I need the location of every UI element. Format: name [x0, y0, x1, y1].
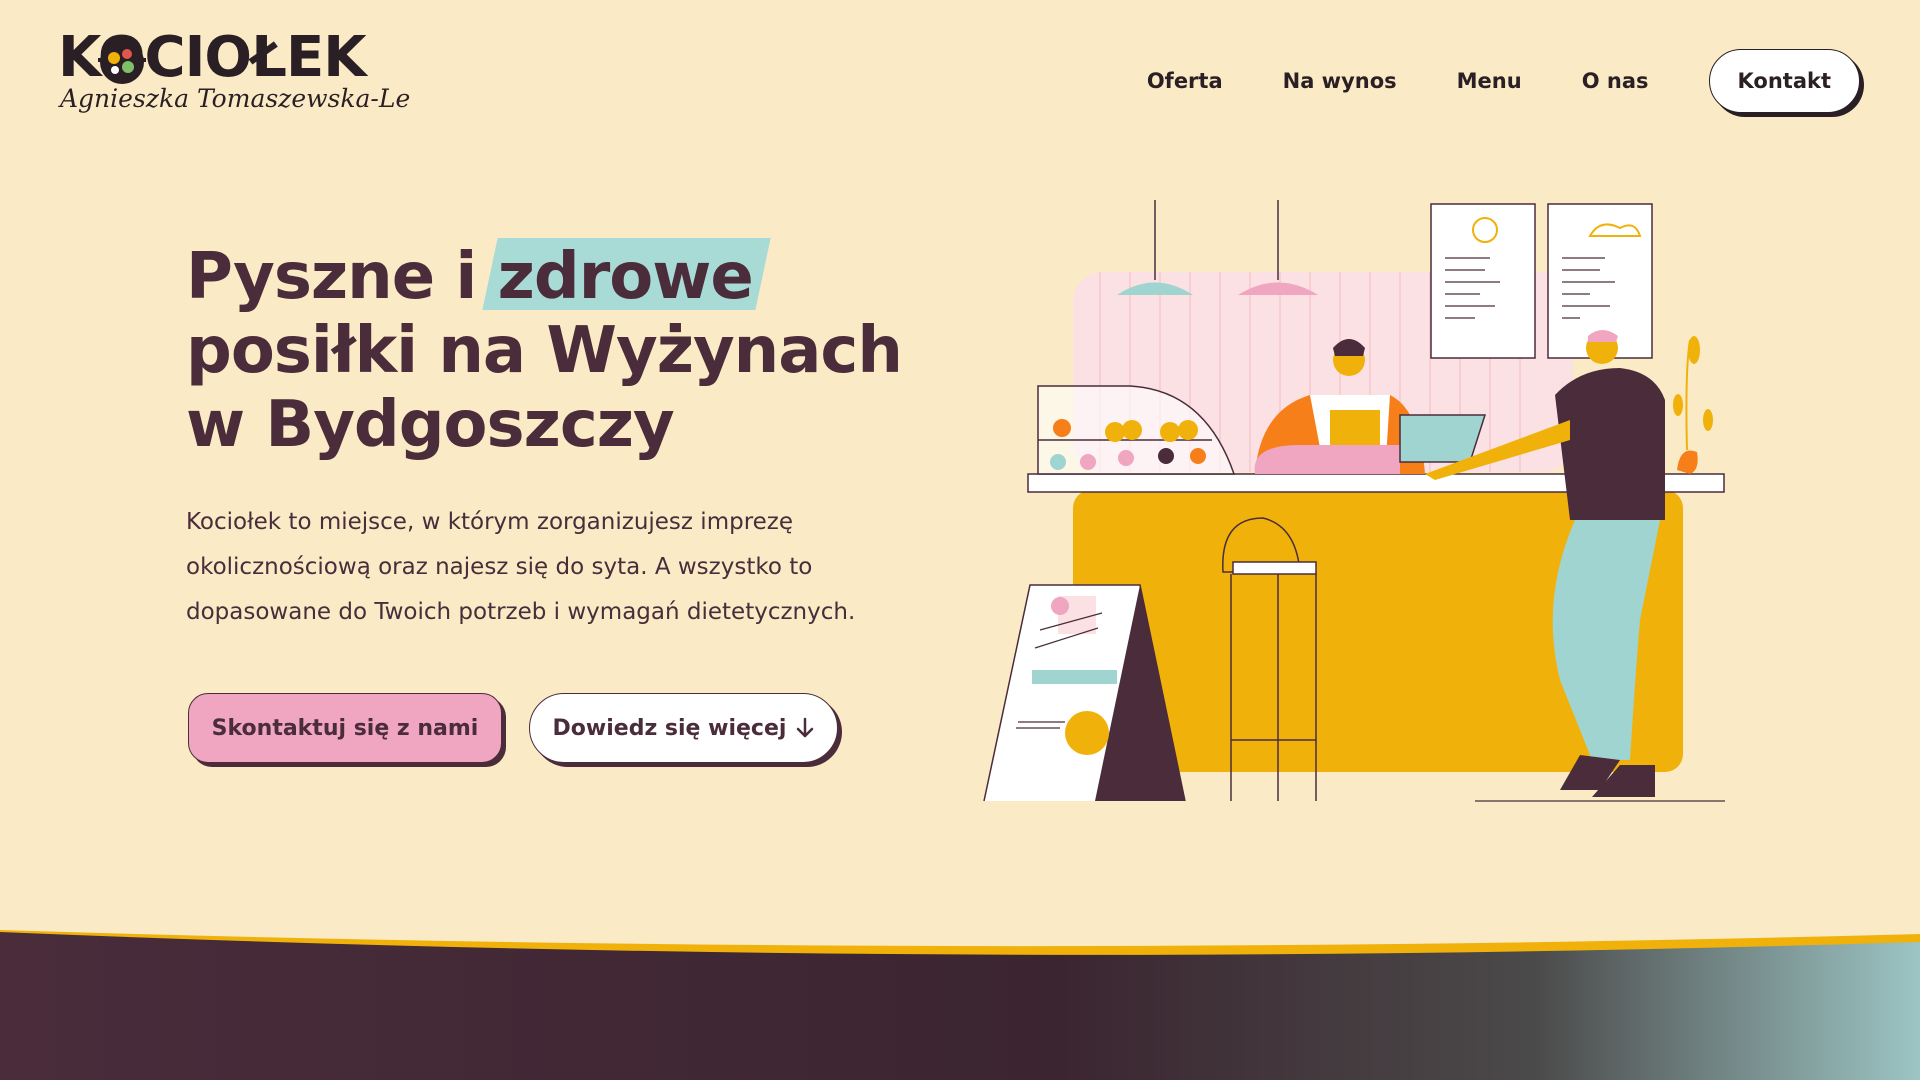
brand-signature: Agnieszka Tomaszewska-Le: [60, 84, 411, 113]
nav-item-na-wynos[interactable]: Na wynos: [1283, 69, 1397, 93]
arrow-down-icon: [797, 717, 814, 738]
learn-more-label: Dowiedz się więcej: [552, 715, 787, 741]
hero-title-line2: posiłki na Wyżynach: [186, 314, 903, 388]
bottom-wave: [0, 930, 1920, 1080]
nav-item-menu[interactable]: Menu: [1457, 69, 1522, 93]
hero-description: Kociołek to miejsce, w którym zorganizuj…: [186, 509, 856, 625]
cafe-illustration: [983, 200, 1725, 802]
contact-us-button[interactable]: Skontaktuj się z nami: [188, 693, 502, 763]
nav-item-o-nas[interactable]: O nas: [1582, 69, 1649, 93]
main-nav: Oferta Na wynos Menu O nas Kontakt: [1087, 48, 1860, 114]
hero-title-highlight-text: zdrowe: [497, 240, 754, 314]
brand-logo[interactable]: KOCIOŁEK Agnieszka Tomaszewska-Le: [58, 30, 410, 130]
hero-title-part1: Pyszne i: [186, 240, 498, 314]
hero-title-highlight: zdrowe: [497, 240, 754, 314]
learn-more-button[interactable]: Dowiedz się więcej: [529, 693, 838, 763]
hero-title: Pyszne i zdrowe posiłki na Wyżynach w By…: [186, 240, 906, 462]
nav-item-oferta[interactable]: Oferta: [1147, 69, 1223, 93]
contact-button[interactable]: Kontakt: [1708, 49, 1860, 113]
cauldron-icon: [98, 40, 146, 84]
hero-title-line3: w Bydgoszczy: [186, 388, 675, 462]
